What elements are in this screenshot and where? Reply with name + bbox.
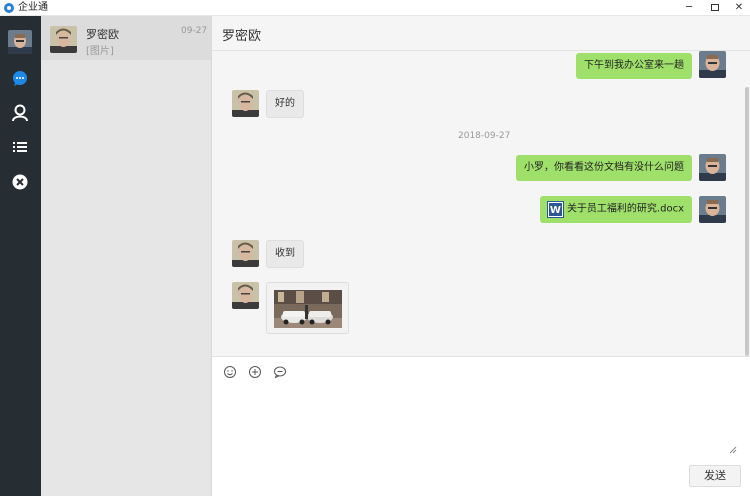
self-avatar xyxy=(699,196,726,223)
message-bubble-received[interactable]: 好的 xyxy=(266,90,304,118)
conversation-item[interactable]: 罗密欧 [图片] 09-27 xyxy=(41,16,211,60)
message-bubble-sent[interactable]: 下午到我办公室来一趟 xyxy=(576,53,692,79)
nav-list-button[interactable] xyxy=(9,136,31,158)
add-attachment-button[interactable] xyxy=(248,365,262,379)
close-window-button[interactable]: ✕ xyxy=(726,0,750,16)
conversation-list: 罗密欧 [图片] 09-27 xyxy=(41,16,212,496)
user-avatar-image xyxy=(8,30,32,54)
maximize-button[interactable] xyxy=(702,0,728,16)
contacts-icon xyxy=(12,104,28,122)
self-avatar-image xyxy=(699,196,726,223)
nav-close-button[interactable] xyxy=(9,171,31,193)
contact-avatar-image xyxy=(232,240,259,267)
self-avatar-image xyxy=(699,154,726,181)
message-input[interactable] xyxy=(222,385,737,450)
chat-history-button[interactable] xyxy=(273,365,287,379)
left-nav xyxy=(0,16,41,496)
chat-title: 罗密欧 xyxy=(222,29,262,44)
chat-header: 罗密欧 xyxy=(212,16,750,51)
contact-avatar-image xyxy=(50,26,77,53)
message-bubble-sent[interactable]: 小罗，你看看这份文档有没什么问题 xyxy=(516,155,692,181)
contact-avatar-image xyxy=(232,282,259,309)
nav-contacts-button[interactable] xyxy=(9,102,31,124)
contact-avatar xyxy=(232,90,259,117)
app-title: 企业通 xyxy=(18,2,48,13)
resize-grip-icon[interactable] xyxy=(729,443,737,454)
image-message[interactable] xyxy=(266,282,349,334)
emoji-icon xyxy=(224,366,236,378)
self-avatar-image xyxy=(699,51,726,78)
date-separator: 2018-09-27 xyxy=(458,131,511,141)
plus-icon xyxy=(249,366,261,378)
app-logo-icon xyxy=(4,3,14,13)
chat-bubble-icon xyxy=(274,366,286,379)
list-icon xyxy=(13,142,27,152)
contact-avatar xyxy=(232,240,259,267)
conversation-name: 罗密欧 xyxy=(86,28,119,41)
message-bubble-received[interactable]: 收到 xyxy=(266,240,304,268)
conversation-preview: [图片] xyxy=(86,46,114,57)
contact-avatar xyxy=(50,26,77,53)
send-button[interactable]: 发送 xyxy=(689,465,741,487)
emoji-button[interactable] xyxy=(223,365,237,379)
contact-avatar xyxy=(232,282,259,309)
self-avatar xyxy=(699,154,726,181)
maximize-icon xyxy=(711,3,719,11)
message-area[interactable]: 下午到我办公室来一趟 好的 2018-09-27 小罗，你看看这份文档有没什么问… xyxy=(212,51,750,356)
file-name: 关于员工福利的研究.docx xyxy=(566,203,684,215)
close-icon xyxy=(12,174,28,190)
self-avatar xyxy=(699,51,726,78)
message-photo xyxy=(274,290,342,328)
chat-icon xyxy=(13,71,27,86)
photo-image xyxy=(274,290,342,328)
file-message[interactable]: W 关于员工福利的研究.docx xyxy=(539,196,692,223)
user-avatar[interactable] xyxy=(8,30,32,54)
conversation-time: 09-27 xyxy=(181,26,208,36)
minimize-button[interactable]: ─ xyxy=(676,0,702,16)
message-scrollbar[interactable] xyxy=(745,87,749,356)
title-bar: 企业通 ─ ✕ xyxy=(0,0,750,16)
resize-grip-lines xyxy=(729,446,737,454)
word-file-icon: W xyxy=(546,201,564,218)
composer: 发送 xyxy=(212,356,750,496)
contact-avatar-image xyxy=(232,90,259,117)
nav-chat-button[interactable] xyxy=(9,67,31,89)
